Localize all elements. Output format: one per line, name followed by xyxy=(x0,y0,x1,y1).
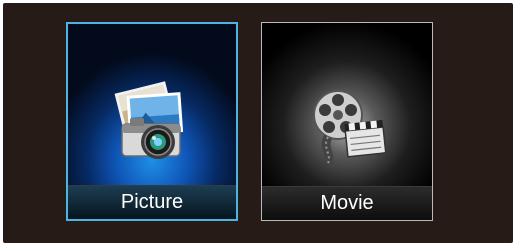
media-menu-screen: Picture Movie xyxy=(3,3,513,243)
movie-tile[interactable]: Movie xyxy=(261,22,433,221)
picture-label: Picture xyxy=(68,185,236,219)
camera-photos-icon xyxy=(114,81,184,159)
picture-tile[interactable]: Picture xyxy=(66,22,238,221)
film-reel-clapperboard-icon xyxy=(313,90,387,166)
movie-label: Movie xyxy=(262,186,432,220)
